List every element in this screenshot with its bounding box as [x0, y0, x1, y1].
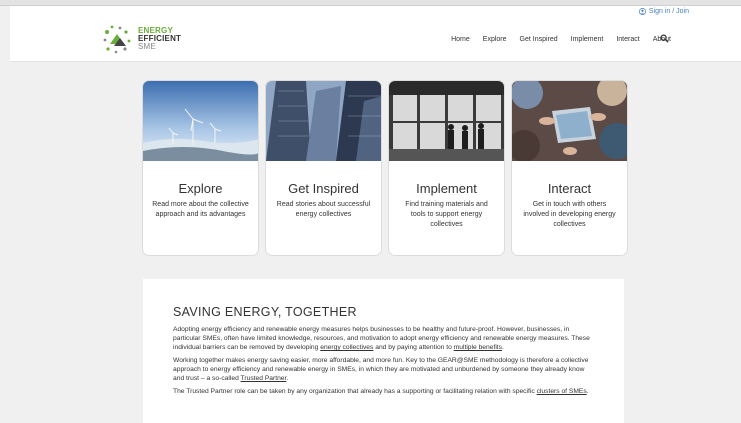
card-implement-text: Find training materials and tools to sup… [405, 201, 488, 228]
card-explore-title: Explore [178, 181, 223, 196]
logo-line-3: SME [138, 42, 156, 51]
trusted-partner-link[interactable]: Trusted Partner [241, 375, 287, 382]
card-get-inspired-text: Read stories about successful energy col… [276, 201, 371, 218]
card-interact[interactable]: Interact Get in touch with others involv… [511, 80, 628, 256]
office-window-image [389, 81, 504, 161]
card-explore[interactable]: Explore Read more about the collective a… [142, 80, 259, 256]
team-laptop-image [512, 81, 627, 161]
feature-cards: Explore Read more about the collective a… [142, 80, 628, 256]
section-heading: SAVING ENERGY, TOGETHER [173, 305, 357, 319]
nav-get-inspired[interactable]: Get Inspired [520, 36, 558, 43]
logo-mark-icon [103, 25, 131, 54]
intro-paragraph-1: Adopting energy efficiency and renewable… [173, 326, 590, 351]
nav-home[interactable]: Home [451, 36, 470, 43]
wind-turbines-image [143, 81, 258, 161]
card-interact-text: Get in touch with others involved in dev… [523, 201, 616, 228]
card-explore-text: Read more about the collective approach … [152, 201, 249, 218]
multiple-benefits-link[interactable]: multiple benefits [454, 344, 502, 351]
logo-text: ENERGY EFFICIENT SME [138, 27, 181, 51]
skyscrapers-image [266, 81, 381, 161]
card-implement[interactable]: Implement Find training materials and to… [388, 80, 505, 256]
sign-in-label: Sign in / Join [648, 8, 689, 15]
card-get-inspired[interactable]: Get Inspired Read stories about successf… [265, 80, 382, 256]
card-interact-title: Interact [547, 181, 592, 196]
energy-collectives-link[interactable]: energy collectives [320, 344, 373, 351]
clusters-of-smes-link[interactable]: clusters of SMEs [537, 388, 587, 395]
intro-paragraph-2: Working together makes energy saving eas… [173, 357, 589, 382]
nav-explore[interactable]: Explore [483, 36, 507, 43]
card-implement-title: Implement [416, 181, 477, 196]
intro-paragraph-3: The Trusted Partner role can be taken by… [173, 388, 589, 395]
main-nav: Home Explore Get Inspired Implement Inte… [438, 36, 671, 43]
sign-in-link[interactable]: Sign in / Join [638, 8, 689, 15]
search-icon[interactable] [660, 34, 669, 43]
nav-interact[interactable]: Interact [616, 36, 639, 43]
card-get-inspired-title: Get Inspired [288, 181, 359, 196]
user-icon [638, 8, 646, 15]
nav-implement[interactable]: Implement [571, 36, 604, 43]
site-logo[interactable]: ENERGY EFFICIENT SME [102, 24, 181, 54]
site-header: Sign in / Join ENERGY EFFICIENT SME Home… [10, 6, 741, 62]
intro-section: SAVING ENERGY, TOGETHER Adopting energy … [143, 279, 624, 423]
